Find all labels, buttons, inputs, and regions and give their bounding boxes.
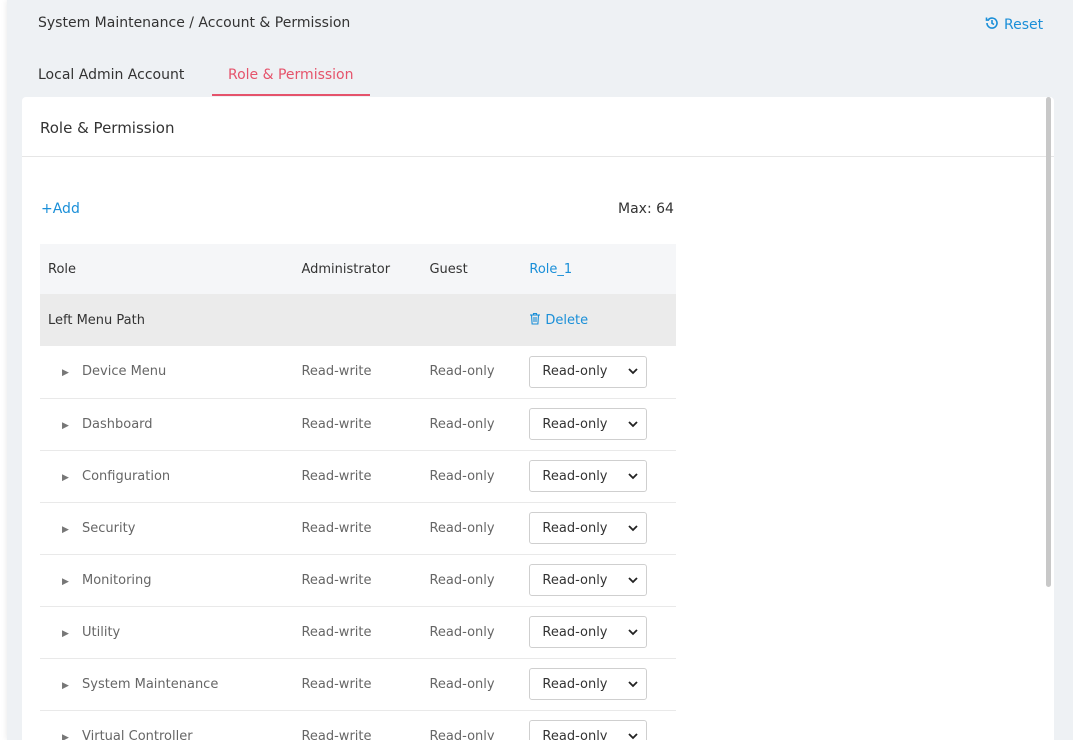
menu-path-name: Monitoring — [82, 572, 152, 588]
tab-role-permission[interactable]: Role & Permission — [212, 60, 370, 96]
role-1-permission-select[interactable]: Read-only — [529, 408, 648, 440]
permission-table: Role Administrator Guest Role_1 Left Men… — [40, 244, 676, 740]
guest-permission: Read-only — [429, 624, 495, 640]
role-1-permission-select[interactable]: Read-only — [529, 355, 648, 388]
guest-permission: Read-only — [429, 364, 495, 380]
table-row-dashboard: ▶ Dashboard Read-write Read-only Read-onl… — [40, 398, 676, 450]
menu-path-name: Configuration — [82, 468, 171, 484]
expand-arrow-icon[interactable]: ▶ — [62, 525, 70, 535]
menu-path-name: Device Menu — [82, 364, 167, 380]
select-value: Read-only — [542, 728, 608, 740]
select-value: Read-only — [542, 364, 608, 380]
select-value: Read-only — [542, 468, 608, 484]
chevron-down-icon — [628, 364, 639, 379]
role-1-permission-select[interactable]: Read-only — [529, 564, 648, 596]
max-count-label: Max: 64 — [618, 201, 674, 217]
expand-arrow-icon[interactable]: ▶ — [62, 629, 70, 639]
table-header-row: Role Administrator Guest Role_1 — [40, 244, 676, 294]
breadcrumb: System Maintenance / Account & Permissio… — [38, 15, 351, 31]
expand-arrow-icon[interactable]: ▶ — [62, 681, 70, 691]
expand-arrow-icon[interactable]: ▶ — [62, 577, 70, 587]
chevron-down-icon — [628, 677, 639, 692]
role-1-permission-select[interactable]: Read-only — [529, 512, 648, 544]
role-1-permission-select[interactable]: Read-only — [529, 460, 648, 492]
expand-arrow-icon[interactable]: ▶ — [62, 473, 70, 483]
table-row-configuration: ▶ Configuration Read-write Read-only Read… — [40, 450, 676, 502]
table-row-device-menu: ▶ Device Menu Read-write Read-only Read-o… — [40, 346, 676, 398]
chevron-down-icon — [628, 573, 639, 588]
role-1-permission-select[interactable]: Read-only — [529, 720, 648, 740]
table-row-monitoring: ▶ Monitoring Read-write Read-only Read-on… — [40, 554, 676, 606]
guest-permission: Read-only — [429, 728, 495, 740]
administrator-permission: Read-write — [301, 572, 372, 588]
column-header-administrator: Administrator — [301, 261, 391, 277]
tab-local-admin-account[interactable]: Local Admin Account — [22, 60, 200, 94]
select-value: Read-only — [542, 520, 608, 536]
menu-path-name: Virtual Controller — [82, 728, 193, 740]
column-header-role: Role — [48, 261, 77, 277]
administrator-permission: Read-write — [301, 624, 372, 640]
administrator-permission: Read-write — [301, 728, 372, 740]
panel-divider — [22, 156, 1054, 157]
left-menu-path-label: Left Menu Path — [48, 312, 145, 328]
add-role-button[interactable]: +Add — [41, 201, 80, 217]
administrator-permission: Read-write — [301, 468, 372, 484]
select-value: Read-only — [542, 624, 608, 640]
table-row-utility: ▶ Utility Read-write Read-only Read-only — [40, 606, 676, 658]
role-1-permission-select[interactable]: Read-only — [529, 616, 648, 648]
reset-button[interactable]: Reset — [984, 15, 1043, 35]
panel-title: Role & Permission — [40, 119, 175, 137]
left-menu-path-row: Left Menu Path Delete — [40, 294, 676, 346]
column-header-guest: Guest — [429, 261, 468, 277]
menu-path-name: Security — [82, 520, 136, 536]
menu-path-name: Utility — [82, 624, 121, 640]
reset-label: Reset — [1004, 17, 1044, 33]
history-icon — [984, 15, 1000, 35]
chevron-down-icon — [628, 625, 639, 640]
scrollbar[interactable] — [1046, 97, 1051, 587]
table-row-system-maintenance: ▶ System Maintenance Read-write Read-only… — [40, 658, 676, 710]
role-1-permission-select[interactable]: Read-only — [529, 668, 648, 700]
guest-permission: Read-only — [429, 676, 495, 692]
menu-path-name: Dashboard — [82, 416, 153, 432]
app-frame: System Maintenance / Account & Permissio… — [7, 0, 1073, 740]
trash-icon — [529, 312, 541, 329]
expand-arrow-icon[interactable]: ▶ — [62, 421, 70, 431]
delete-role-button[interactable]: Delete — [529, 312, 588, 329]
guest-permission: Read-only — [429, 416, 495, 432]
column-header-role-1[interactable]: Role_1 — [529, 262, 572, 277]
role-permission-panel: Role & Permission +Add Max: 64 Role Admi… — [22, 97, 1054, 740]
chevron-down-icon — [628, 729, 639, 740]
guest-permission: Read-only — [429, 520, 495, 536]
guest-permission: Read-only — [429, 468, 495, 484]
chevron-down-icon — [628, 521, 639, 536]
table-row-security: ▶ Security Read-write Read-only Read-only — [40, 502, 676, 554]
menu-path-name: System Maintenance — [82, 676, 219, 692]
select-value: Read-only — [542, 676, 608, 692]
chevron-down-icon — [628, 417, 639, 432]
expand-arrow-icon[interactable]: ▶ — [62, 733, 70, 740]
delete-label: Delete — [545, 312, 589, 328]
administrator-permission: Read-write — [301, 416, 372, 432]
chevron-down-icon — [628, 469, 639, 484]
table-row-virtual-controller: ▶ Virtual Controller Read-write Read-only… — [40, 710, 676, 740]
guest-permission: Read-only — [429, 572, 495, 588]
select-value: Read-only — [542, 572, 608, 588]
expand-arrow-icon[interactable]: ▶ — [62, 368, 70, 378]
administrator-permission: Read-write — [301, 364, 372, 380]
administrator-permission: Read-write — [301, 676, 372, 692]
select-value: Read-only — [542, 416, 608, 432]
administrator-permission: Read-write — [301, 520, 372, 536]
